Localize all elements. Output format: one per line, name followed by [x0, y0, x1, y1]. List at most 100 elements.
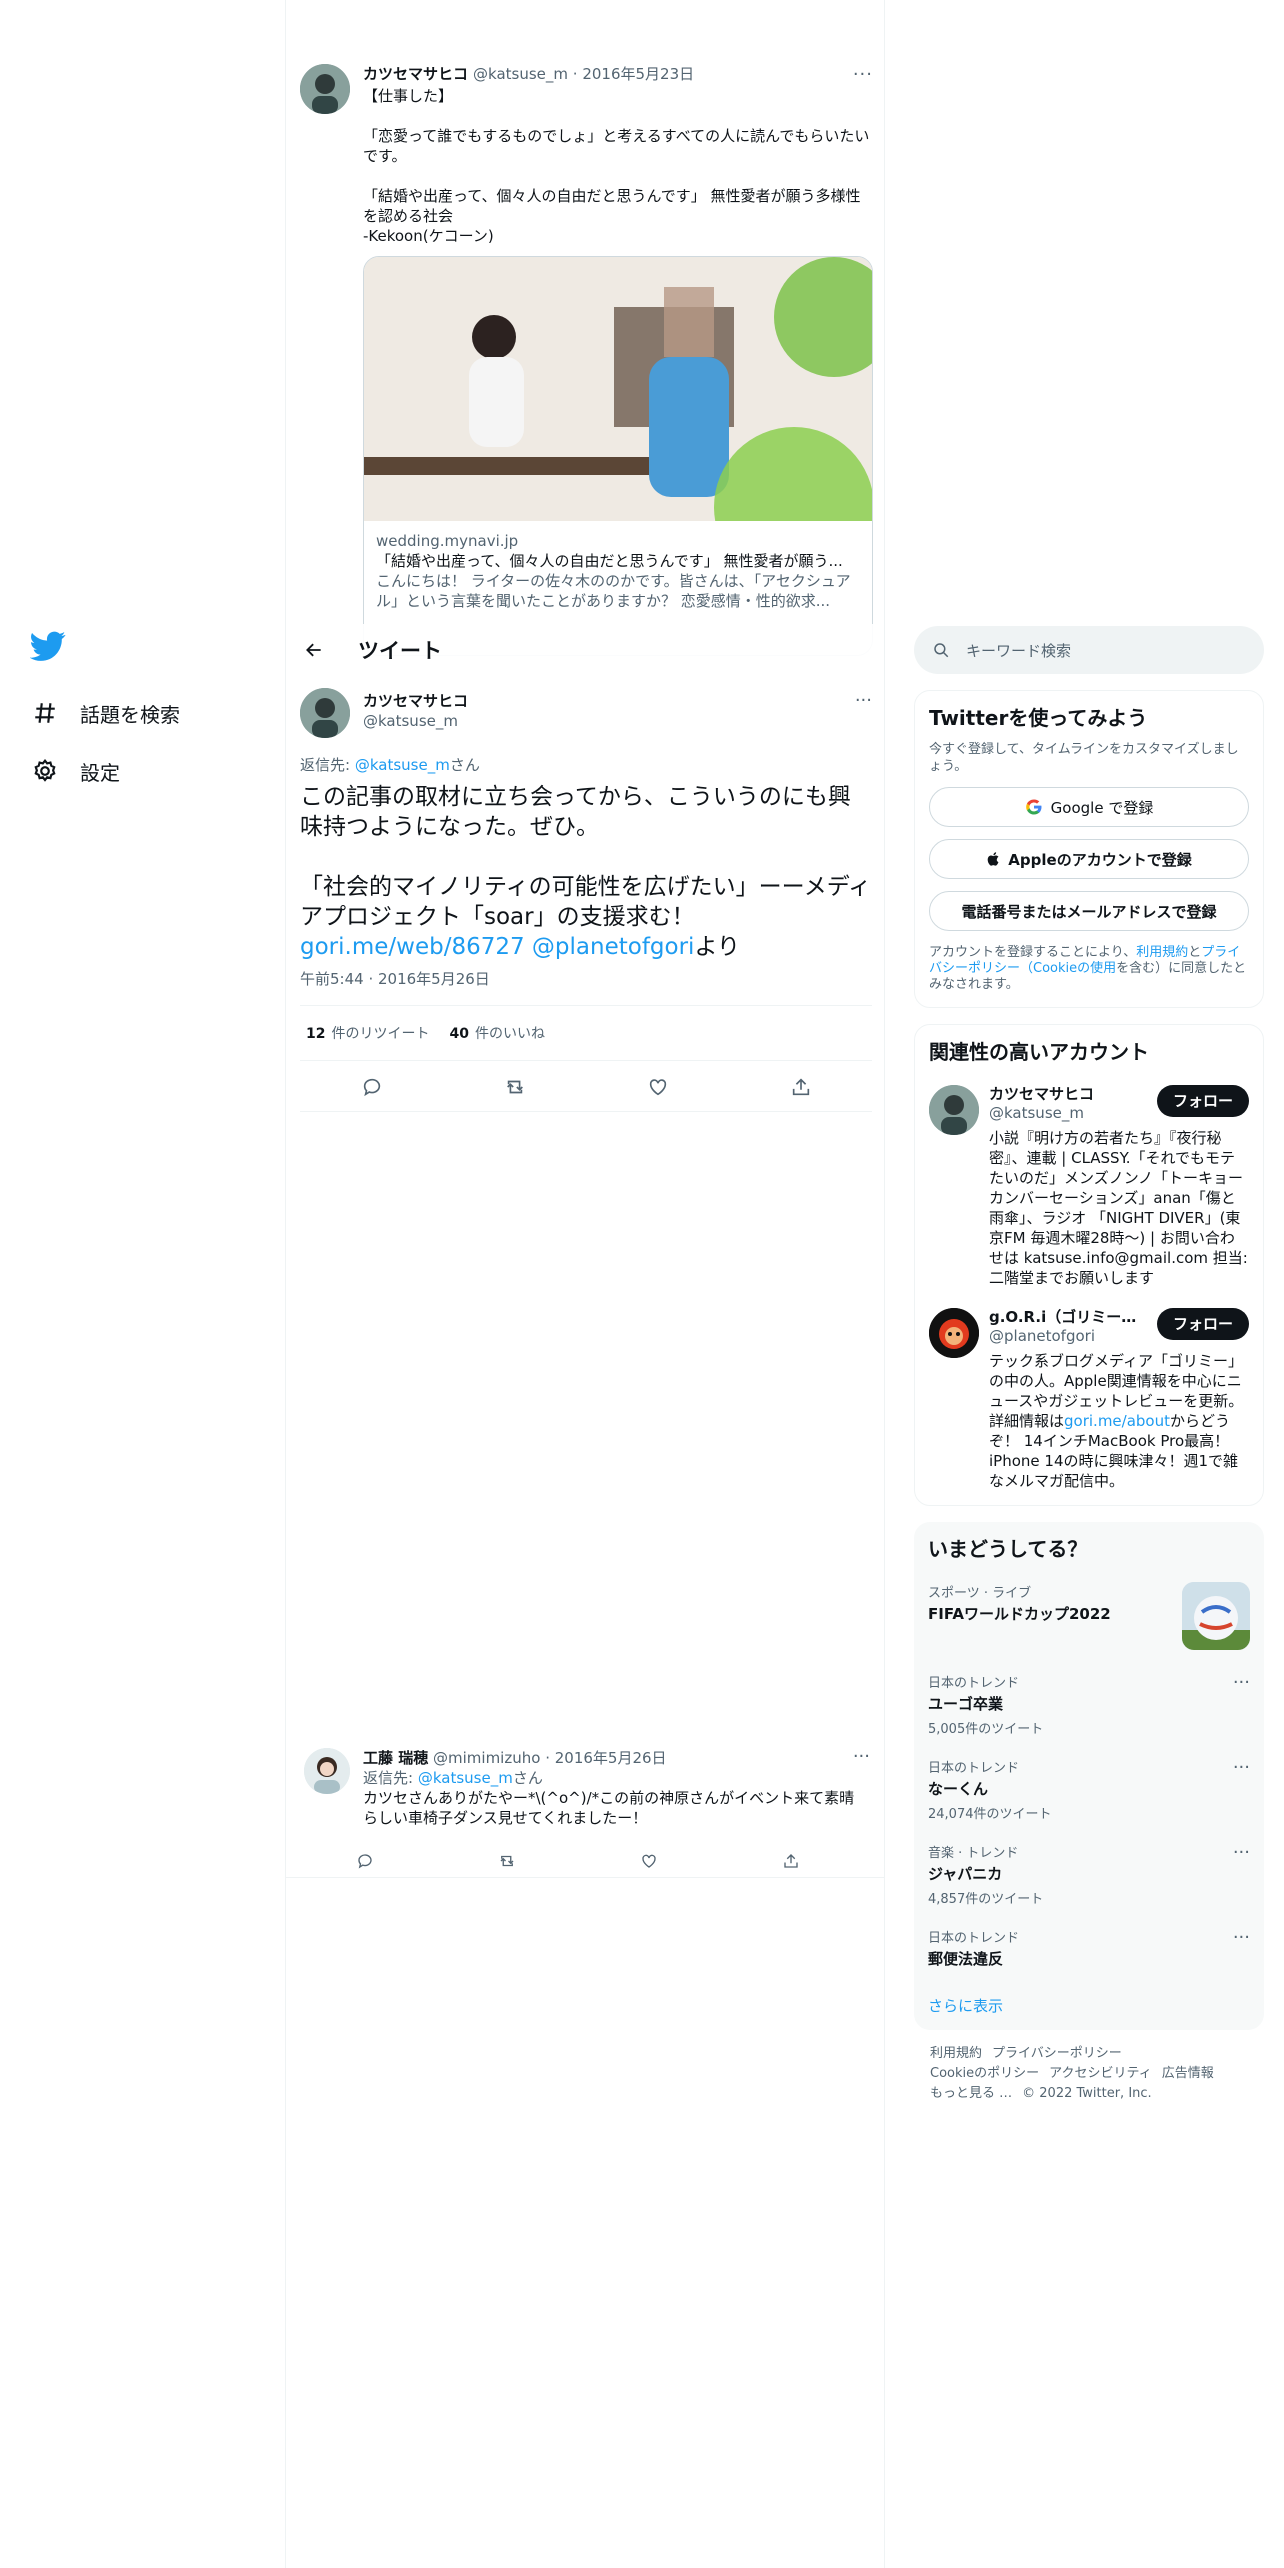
more-options-icon[interactable]: ··· — [1233, 1842, 1250, 1863]
tweet-date[interactable]: · 2016年5月26日 — [545, 1749, 666, 1767]
account-name[interactable]: カツセマサヒコ — [989, 1083, 1149, 1104]
tweet-actions — [300, 1062, 872, 1112]
follow-button[interactable]: フォロー — [1156, 1308, 1249, 1340]
reply-icon[interactable] — [348, 1844, 382, 1878]
right-column-divider — [884, 0, 885, 2568]
trend-item[interactable]: 日本のトレンド ユーゴ卒業 5,005件のツイート ··· — [928, 1672, 1250, 1737]
card-description: こんにちは！ ライターの佐々木ののかです。皆さんは、「アセクシュアル」という言葉… — [376, 572, 851, 610]
author-handle[interactable]: @katsuse_m — [363, 712, 458, 730]
author-handle[interactable]: @mimimizuho — [433, 1749, 540, 1767]
retweet-count-label: 件のリツイート — [331, 1026, 430, 1042]
author-handle[interactable]: @katsuse_m — [473, 64, 568, 84]
tweet-text: カツセさんありがたやー*\(^o^)/*この前の神原さんがイベント来て素晴らしい… — [363, 1789, 855, 1827]
gear-icon — [30, 756, 60, 786]
signup-card: Twitterを使ってみよう 今すぐ登録して、タイムラインをカスタマイズしましょ… — [914, 690, 1264, 1008]
avatar[interactable] — [929, 1085, 979, 1135]
left-column-divider — [285, 0, 286, 2568]
nav-explore[interactable]: 話題を検索 — [30, 684, 270, 742]
related-accounts-card: 関連性の高いアカウント カツセマサヒコ @katsuse_m フォロー 小説『明… — [914, 1024, 1264, 1506]
mention-link[interactable]: @planetofgori — [532, 934, 695, 960]
more-options-icon[interactable]: ··· — [1233, 1927, 1250, 1948]
apple-signup-button[interactable]: Appleのアカウントで登録 — [929, 839, 1249, 879]
avatar[interactable] — [300, 64, 350, 114]
trend-thumbnail — [1182, 1582, 1250, 1650]
google-signup-button[interactable]: Google で登録 — [929, 787, 1249, 827]
footer-cookie-link[interactable]: Cookieのポリシー — [930, 2066, 1039, 2081]
retweet-icon[interactable] — [490, 1844, 524, 1878]
account-bio: テック系ブログメディア「ゴリミー」の中の人。Apple関連情報を中心にニュースや… — [989, 1351, 1249, 1491]
follow-button[interactable]: フォロー — [1156, 1085, 1249, 1117]
trend-item[interactable]: 音楽 · トレンド ジャパニカ 4,857件のツイート ··· — [928, 1842, 1250, 1907]
tweet-timestamp[interactable]: 午前5:44 · 2016年5月26日 — [300, 968, 490, 989]
nav-explore-label: 話題を検索 — [80, 702, 180, 727]
legal-text-2: と — [1188, 945, 1202, 960]
more-options-icon[interactable]: ··· — [853, 64, 873, 85]
tweet-link[interactable]: gori.me/web/86727 — [300, 934, 525, 960]
more-options-icon[interactable]: ··· — [855, 690, 872, 711]
share-icon[interactable] — [784, 1070, 818, 1104]
trend-name: なーくん — [928, 1780, 989, 1798]
avatar[interactable] — [929, 1308, 979, 1358]
tweet-header: カツセマサヒコ @katsuse_m · 2016年5月23日 — [363, 64, 873, 84]
author-name[interactable]: 工藤 瑞穂 — [363, 1749, 428, 1767]
show-more-link[interactable]: さらに表示 — [928, 1995, 1250, 2016]
like-icon[interactable] — [641, 1070, 675, 1104]
link-card[interactable]: wedding.mynavi.jp 「結婚や出産って、個々人の自由だと思うんです… — [363, 256, 873, 656]
more-options-icon[interactable]: ··· — [853, 1746, 870, 1767]
tweet-line-2: 「社会的マイノリティの可能性を広げたい」ーーメディアプロジェクト「soar」の支… — [300, 874, 872, 930]
hashtag-icon — [30, 698, 60, 728]
reply-icon[interactable] — [355, 1070, 389, 1104]
more-options-icon[interactable]: ··· — [1233, 1672, 1250, 1693]
retweet-icon[interactable] — [498, 1070, 532, 1104]
trend-context: 日本のトレンド — [928, 1761, 1020, 1776]
trend-context: 音楽 · トレンド — [928, 1846, 1019, 1861]
twitter-logo-icon[interactable] — [30, 628, 66, 664]
apple-icon — [987, 852, 999, 866]
reply-to-handle[interactable]: @katsuse_m — [418, 1769, 513, 1787]
tweet-text: この記事の取材に立ち会ってから、こういうのにも興味持つようになった。ぜひ。 「社… — [300, 782, 872, 962]
share-icon[interactable] — [774, 1844, 808, 1878]
trend-item[interactable]: 日本のトレンド なーくん 24,074件のツイート ··· — [928, 1757, 1250, 1822]
account-name[interactable]: g.O.R.i（ゴリミー管理人） — [989, 1306, 1149, 1327]
account-bio-link[interactable]: gori.me/about — [1064, 1412, 1170, 1430]
footer-terms-link[interactable]: 利用規約 — [930, 2046, 982, 2061]
account-item[interactable]: カツセマサヒコ @katsuse_m フォロー 小説『明け方の若者たち』『夜行秘… — [929, 1083, 1249, 1288]
tweet-line-3-suffix: より — [694, 934, 740, 960]
trend-name: ユーゴ卒業 — [928, 1695, 1004, 1713]
avatar[interactable] — [300, 688, 350, 738]
reply-tweet[interactable]: 工藤 瑞穂 @mimimizuho · 2016年5月26日 返信先: @kat… — [286, 1740, 884, 1878]
account-bio: 小説『明け方の若者たち』『夜行秘密』、連載 | CLASSY.「それでもモテたい… — [989, 1129, 1248, 1287]
back-arrow-icon[interactable] — [296, 632, 332, 668]
retweet-count[interactable]: 12 件のリツイート — [306, 1023, 429, 1043]
more-options-icon[interactable]: ··· — [1233, 1757, 1250, 1778]
trend-item[interactable]: 日本のトレンド 郵便法違反 ··· — [928, 1927, 1250, 1969]
terms-link[interactable]: 利用規約 — [1136, 945, 1188, 960]
reply-to: 返信先: @katsuse_mさん — [363, 1768, 869, 1788]
account-item[interactable]: g.O.R.i（ゴリミー管理人） @planetofgori フォロー テック系… — [929, 1306, 1249, 1491]
reply-to-handle[interactable]: @katsuse_m — [355, 756, 450, 774]
like-count[interactable]: 40 件のいいね — [449, 1023, 544, 1043]
author-name[interactable]: カツセマサヒコ — [363, 64, 468, 84]
trend-count: 5,005件のツイート — [928, 1722, 1044, 1737]
left-nav: 話題を検索 設定 — [30, 628, 270, 800]
search-bar[interactable]: キーワード検索 — [914, 626, 1264, 674]
right-sidebar: キーワード検索 Twitterを使ってみよう 今すぐ登録して、タイムラインをカス… — [914, 626, 1264, 2104]
footer-accessibility-link[interactable]: アクセシビリティ — [1049, 2066, 1152, 2081]
author-name[interactable]: カツセマサヒコ — [363, 690, 468, 711]
footer-copyright: © 2022 Twitter, Inc. — [1022, 2086, 1152, 2101]
reply-to-prefix: 返信先: — [300, 756, 355, 774]
like-icon[interactable] — [632, 1844, 666, 1878]
footer-more-link[interactable]: もっと見る … — [930, 2086, 1012, 2101]
footer-ads-link[interactable]: 広告情報 — [1162, 2066, 1214, 2081]
nav-settings[interactable]: 設定 — [30, 742, 270, 800]
phone-email-signup-button[interactable]: 電話番号またはメールアドレスで登録 — [929, 891, 1249, 931]
related-title: 関連性の高いアカウント — [929, 1040, 1149, 1064]
reply-to-suffix: さん — [512, 1769, 543, 1787]
trend-item[interactable]: スポーツ · ライブ FIFAワールドカップ2022 — [928, 1582, 1250, 1652]
tweet-date[interactable]: · 2016年5月23日 — [573, 64, 694, 84]
signup-title: Twitterを使ってみよう — [929, 706, 1148, 730]
avatar[interactable] — [304, 1748, 350, 1794]
signup-legal-text: アカウントを登録することにより、利用規約とプライバシーポリシー（Cookieの使… — [929, 945, 1249, 993]
footer-privacy-link[interactable]: プライバシーポリシー — [992, 2046, 1122, 2061]
retweet-count-value: 12 — [306, 1026, 326, 1042]
